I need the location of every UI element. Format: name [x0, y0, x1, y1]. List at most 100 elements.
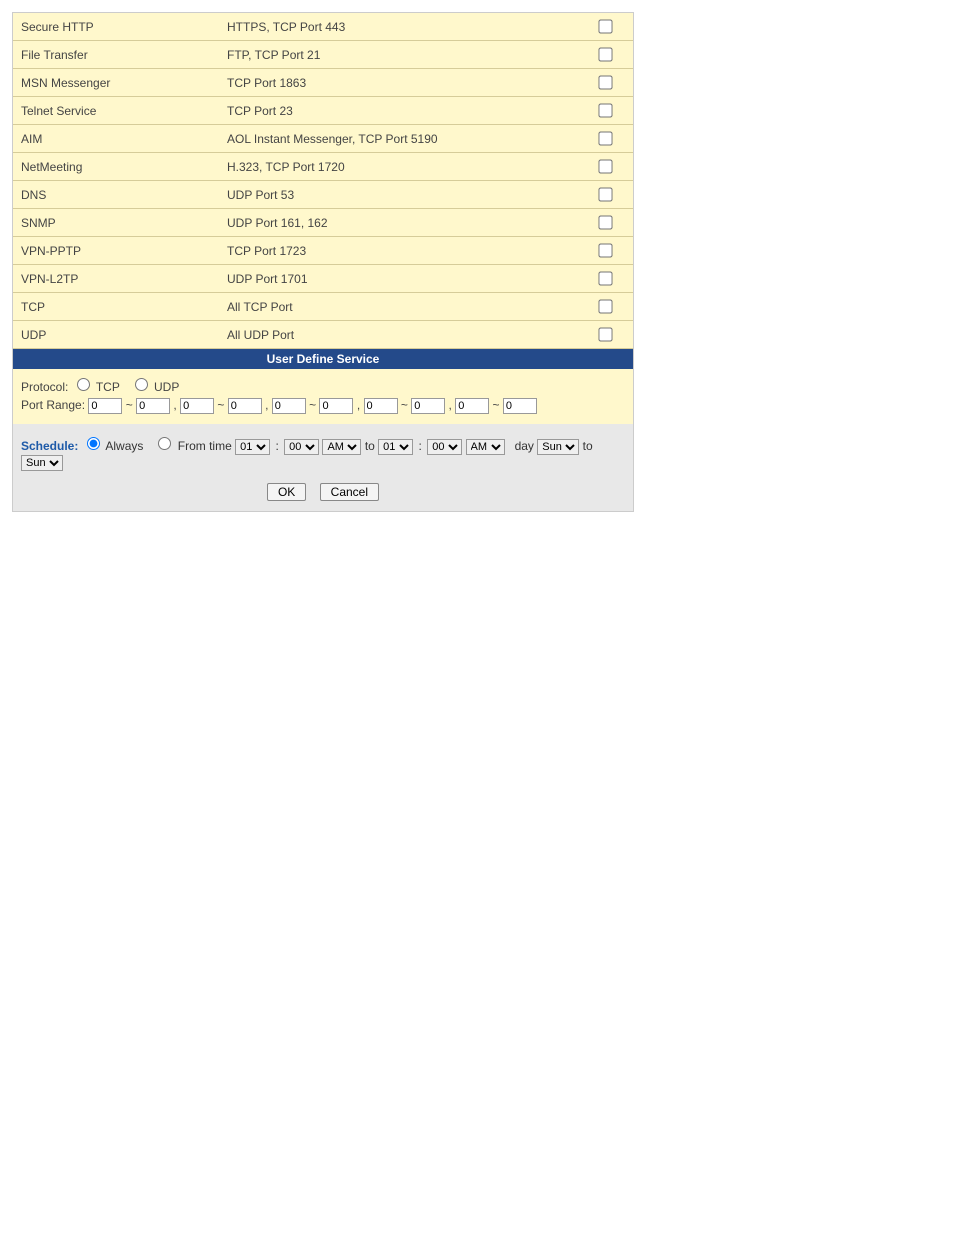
schedule-min2-select[interactable]: 00: [427, 439, 462, 455]
service-desc: TCP Port 1723: [219, 237, 577, 265]
tilde-separator: ~: [122, 398, 136, 412]
service-name: SNMP: [13, 209, 219, 237]
schedule-always-label: Always: [105, 439, 143, 453]
table-row: Telnet ServiceTCP Port 23: [13, 97, 633, 125]
comma-separator: ,: [170, 398, 180, 412]
user-define-header: User Define Service: [13, 349, 633, 369]
schedule-fromtime-radio[interactable]: [158, 437, 171, 450]
schedule-day-label: day: [515, 439, 534, 453]
schedule-fromtime-label: From time: [178, 439, 232, 453]
service-desc: All TCP Port: [219, 293, 577, 321]
schedule-always-option[interactable]: Always: [82, 439, 147, 453]
service-desc: TCP Port 23: [219, 97, 577, 125]
table-row: DNSUDP Port 53: [13, 181, 633, 209]
port-to-input[interactable]: [228, 398, 262, 414]
protocol-udp-option[interactable]: UDP: [130, 380, 180, 394]
service-checkbox[interactable]: [598, 299, 612, 313]
service-name: VPN-PPTP: [13, 237, 219, 265]
service-name: VPN-L2TP: [13, 265, 219, 293]
colon-1: :: [275, 439, 278, 453]
service-desc: All UDP Port: [219, 321, 577, 349]
table-row: VPN-PPTPTCP Port 1723: [13, 237, 633, 265]
schedule-fromtime-option[interactable]: From time: [153, 439, 235, 453]
user-define-section: Protocol: TCP UDP Port Range: ~ , ~ , ~ …: [13, 369, 633, 424]
service-name: Secure HTTP: [13, 13, 219, 41]
schedule-hour2-select[interactable]: 01: [378, 439, 413, 455]
service-name: UDP: [13, 321, 219, 349]
comma-separator: ,: [445, 398, 455, 412]
protocol-udp-radio[interactable]: [135, 378, 148, 391]
service-checkbox[interactable]: [598, 159, 612, 173]
service-name: AIM: [13, 125, 219, 153]
service-checkbox[interactable]: [598, 103, 612, 117]
table-row: TCPAll TCP Port: [13, 293, 633, 321]
service-table: Secure HTTPHTTPS, TCP Port 443File Trans…: [13, 13, 633, 349]
port-from-input[interactable]: [455, 398, 489, 414]
service-desc: UDP Port 53: [219, 181, 577, 209]
comma-separator: ,: [262, 398, 272, 412]
schedule-label: Schedule:: [21, 439, 78, 453]
service-desc: TCP Port 1863: [219, 69, 577, 97]
service-desc: UDP Port 161, 162: [219, 209, 577, 237]
ok-button[interactable]: OK: [267, 483, 306, 501]
schedule-hour1-select[interactable]: 01: [235, 439, 270, 455]
table-row: SNMPUDP Port 161, 162: [13, 209, 633, 237]
port-range-label: Port Range:: [21, 398, 85, 412]
schedule-ampm1-select[interactable]: AM: [322, 439, 361, 455]
cancel-button[interactable]: Cancel: [320, 483, 379, 501]
table-row: MSN MessengerTCP Port 1863: [13, 69, 633, 97]
schedule-ampm2-select[interactable]: AM: [466, 439, 505, 455]
table-row: UDPAll UDP Port: [13, 321, 633, 349]
table-row: NetMeetingH.323, TCP Port 1720: [13, 153, 633, 181]
table-row: File TransferFTP, TCP Port 21: [13, 41, 633, 69]
service-checkbox[interactable]: [598, 327, 612, 341]
tilde-separator: ~: [489, 398, 503, 412]
schedule-to-2: to: [583, 439, 593, 453]
service-checkbox[interactable]: [598, 271, 612, 285]
tilde-separator: ~: [214, 398, 228, 412]
colon-2: :: [419, 439, 422, 453]
port-to-input[interactable]: [319, 398, 353, 414]
schedule-to-1: to: [365, 439, 375, 453]
service-name: File Transfer: [13, 41, 219, 69]
port-from-input[interactable]: [88, 398, 122, 414]
service-desc: FTP, TCP Port 21: [219, 41, 577, 69]
port-to-input[interactable]: [136, 398, 170, 414]
table-row: VPN-L2TPUDP Port 1701: [13, 265, 633, 293]
service-checkbox[interactable]: [598, 243, 612, 257]
tilde-separator: ~: [306, 398, 320, 412]
protocol-udp-label: UDP: [154, 380, 179, 394]
protocol-label: Protocol:: [21, 380, 68, 394]
port-to-input[interactable]: [411, 398, 445, 414]
port-to-input[interactable]: [503, 398, 537, 414]
schedule-day2-select[interactable]: Sun: [21, 455, 63, 471]
service-desc: H.323, TCP Port 1720: [219, 153, 577, 181]
port-from-input[interactable]: [364, 398, 398, 414]
schedule-day1-select[interactable]: Sun: [537, 439, 579, 455]
port-from-input[interactable]: [180, 398, 214, 414]
protocol-tcp-label: TCP: [96, 380, 120, 394]
table-row: AIMAOL Instant Messenger, TCP Port 5190: [13, 125, 633, 153]
table-row: Secure HTTPHTTPS, TCP Port 443: [13, 13, 633, 41]
comma-separator: ,: [353, 398, 363, 412]
service-checkbox[interactable]: [598, 19, 612, 33]
service-name: DNS: [13, 181, 219, 209]
service-checkbox[interactable]: [598, 215, 612, 229]
service-name: TCP: [13, 293, 219, 321]
service-checkbox[interactable]: [598, 187, 612, 201]
service-desc: UDP Port 1701: [219, 265, 577, 293]
service-panel: Secure HTTPHTTPS, TCP Port 443File Trans…: [12, 12, 634, 512]
service-checkbox[interactable]: [598, 47, 612, 61]
service-name: NetMeeting: [13, 153, 219, 181]
schedule-always-radio[interactable]: [87, 437, 100, 450]
port-from-input[interactable]: [272, 398, 306, 414]
service-checkbox[interactable]: [598, 75, 612, 89]
service-name: MSN Messenger: [13, 69, 219, 97]
service-name: Telnet Service: [13, 97, 219, 125]
protocol-tcp-radio[interactable]: [77, 378, 90, 391]
schedule-min1-select[interactable]: 00: [284, 439, 319, 455]
protocol-tcp-option[interactable]: TCP: [72, 380, 123, 394]
service-desc: HTTPS, TCP Port 443: [219, 13, 577, 41]
service-desc: AOL Instant Messenger, TCP Port 5190: [219, 125, 577, 153]
service-checkbox[interactable]: [598, 131, 612, 145]
